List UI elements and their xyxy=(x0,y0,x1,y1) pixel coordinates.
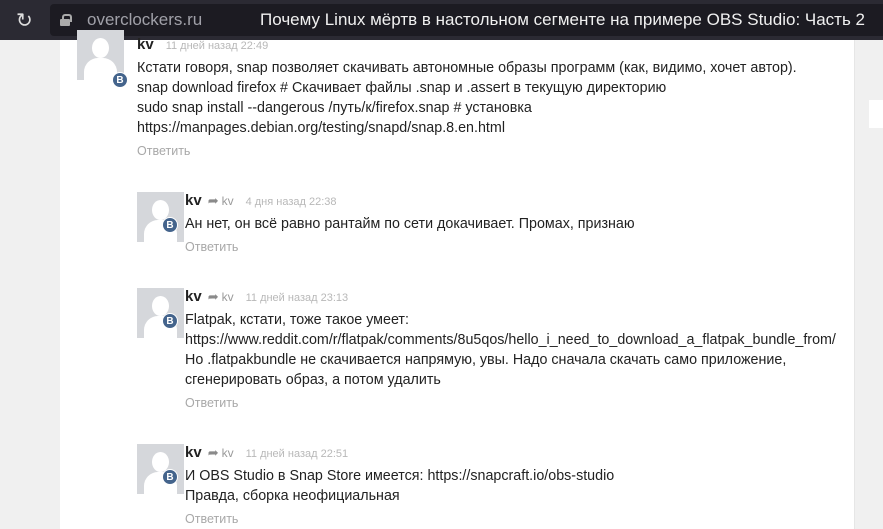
address-bar[interactable]: overclockers.ru Почему Linux мёртв в нас… xyxy=(50,4,883,36)
vk-badge-icon: B xyxy=(162,469,178,485)
reply-to-author[interactable]: kv xyxy=(222,290,234,304)
comment-line: snap download firefox # Скачивает файлы … xyxy=(137,80,667,96)
reload-icon[interactable]: ↻ xyxy=(16,8,36,33)
comment-author[interactable]: kv xyxy=(185,192,202,209)
comment-author[interactable]: kv xyxy=(185,444,202,461)
reply-arrow-icon: ➦ xyxy=(207,193,219,208)
comment-link[interactable]: https://www.reddit.com/r/flatpak/comment… xyxy=(185,330,836,350)
comment-line: Flatpak, кстати, тоже такое умеет: xyxy=(185,312,409,328)
browser-toolbar: ↻ overclockers.ru Почему Linux мёртв в н… xyxy=(0,0,883,40)
comment-author[interactable]: kv xyxy=(137,36,154,53)
comment-line: И OBS Studio в Snap Store имеется: https… xyxy=(185,468,615,484)
vk-badge-icon: B xyxy=(162,313,178,329)
sidebar-widget xyxy=(869,100,883,128)
reply-button[interactable]: Ответить xyxy=(137,144,190,158)
comment-line: sudo snap install --dangerous /путь/к/fi… xyxy=(137,100,532,116)
reply-arrow-icon: ➦ xyxy=(207,289,219,304)
url-domain: overclockers.ru xyxy=(87,10,203,29)
avatar[interactable] xyxy=(137,192,184,242)
comment-time[interactable]: 11 дней назад 22:51 xyxy=(246,448,349,460)
vk-badge-icon: B xyxy=(112,72,128,88)
avatar[interactable] xyxy=(137,288,184,338)
comment-time[interactable]: 11 дней назад 22:49 xyxy=(166,40,269,52)
reply-button[interactable]: Ответить xyxy=(185,240,238,254)
comment-line: Кстати говоря, snap позволяет скачивать … xyxy=(137,60,797,76)
reply-button[interactable]: Ответить xyxy=(185,512,238,526)
comment-time[interactable]: 4 дня назад 22:38 xyxy=(246,196,337,208)
reply-to-author[interactable]: kv xyxy=(222,446,234,460)
comment-line: Ан нет, он всё равно рантайм по сети док… xyxy=(185,216,635,232)
comment-text: И OBS Studio в Snap Store имеется: https… xyxy=(185,466,614,506)
reply-arrow-icon: ➦ xyxy=(207,445,219,460)
page-title: Почему Linux мёртв в настольном сегменте… xyxy=(260,10,865,29)
comment-line: Но .flatpakbundle не скачивается напряму… xyxy=(185,352,787,368)
comment-link[interactable]: https://manpages.debian.org/testing/snap… xyxy=(137,118,797,138)
lock-icon xyxy=(60,14,72,26)
comment-line: сгенерировать образ, а потом удалить xyxy=(185,372,441,388)
reply-to-author[interactable]: kv xyxy=(222,194,234,208)
avatar[interactable] xyxy=(137,444,184,494)
vk-badge-icon: B xyxy=(162,217,178,233)
comment-text: Ан нет, он всё равно рантайм по сети док… xyxy=(185,214,635,234)
comment-time[interactable]: 11 дней назад 23:13 xyxy=(246,292,349,304)
comment-text: Кстати говоря, snap позволяет скачивать … xyxy=(137,58,797,138)
comment-author[interactable]: kv xyxy=(185,288,202,305)
comment-line: Правда, сборка неофициальная xyxy=(185,488,400,504)
comment-text: Flatpak, кстати, тоже такое умеет: https… xyxy=(185,310,836,390)
reply-button[interactable]: Ответить xyxy=(185,396,238,410)
